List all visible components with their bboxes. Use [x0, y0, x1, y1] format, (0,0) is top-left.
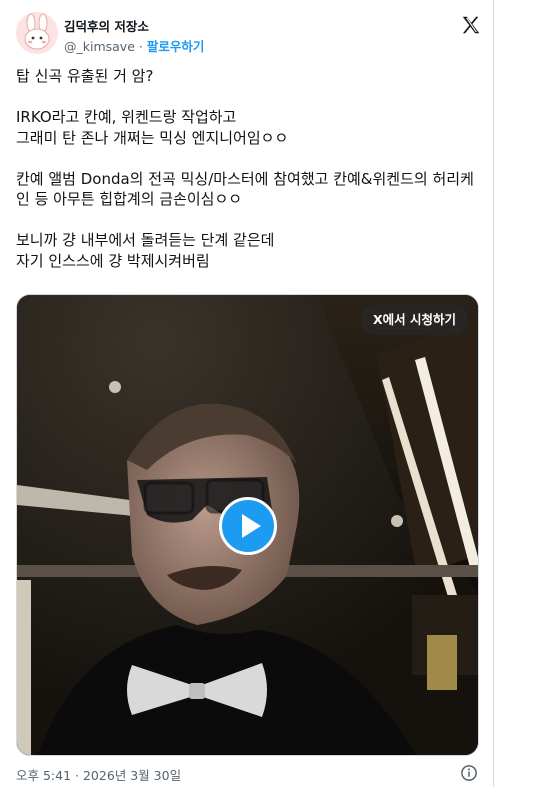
play-icon[interactable]	[219, 497, 277, 555]
tweet-text: 탑 신곡 유출된 거 암? IRKO라고 칸예, 위켄드랑 작업하고 그래미 탄…	[16, 67, 474, 270]
separator-dot: ·	[138, 39, 143, 54]
watch-on-x-button[interactable]: X에서 시청하기	[361, 305, 468, 335]
tweet-header: 김덕후의 저장소 @_kimsave · 팔로우하기	[16, 12, 486, 56]
video-player[interactable]: X에서 시청하기	[16, 294, 479, 756]
tweet-footer: 오후 5:41 · 2026년 3월 30일	[16, 764, 478, 784]
tweet-card: 김덕후의 저장소 @_kimsave · 팔로우하기 탑 신곡 유출된 거 암?…	[0, 0, 494, 787]
x-logo-icon[interactable]	[460, 14, 482, 36]
author-handle[interactable]: @_kimsave	[64, 39, 135, 54]
author-handle-row: @_kimsave · 팔로우하기	[64, 36, 204, 55]
info-icon[interactable]	[460, 764, 478, 782]
bunny-avatar-icon[interactable]	[16, 12, 58, 54]
tweet-timestamp[interactable]: 오후 5:41 · 2026년 3월 30일	[16, 765, 181, 784]
follow-button[interactable]: 팔로우하기	[147, 39, 205, 54]
author-display-name[interactable]: 김덕후의 저장소	[64, 16, 149, 35]
